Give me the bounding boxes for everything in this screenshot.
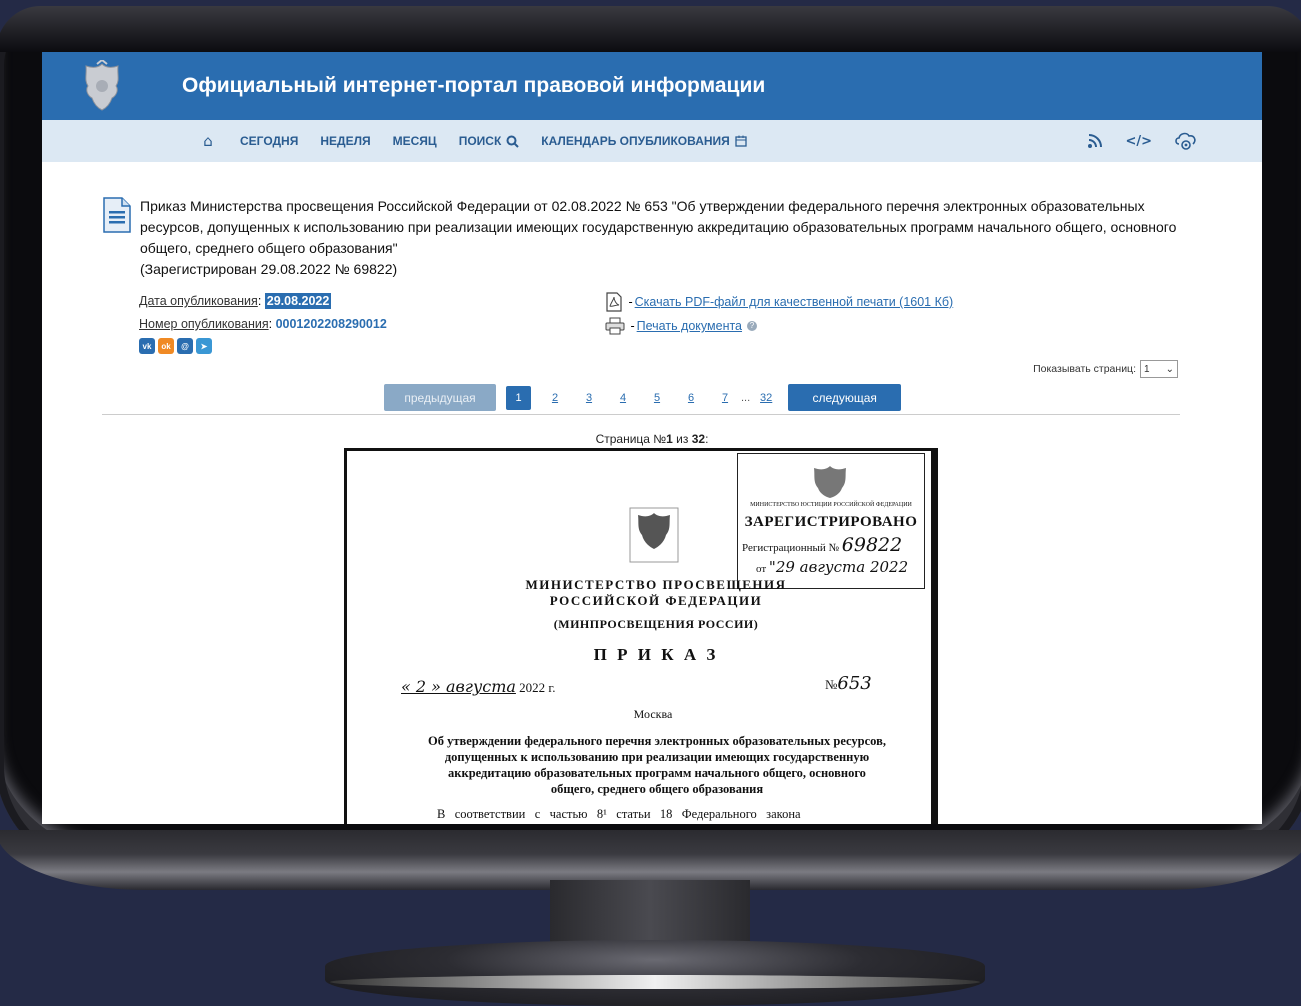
order-date: « 2 » августа 2022 г. [401, 677, 556, 696]
order-city: Москва [633, 707, 673, 721]
site-header: Официальный интернет-портал правовой инф… [42, 52, 1262, 120]
home-icon[interactable]: ⌂ [198, 132, 218, 150]
stamp-reg-row: Регистрационный № 69822 [738, 534, 924, 556]
stamp-date: "29 августа 2022 [768, 558, 909, 576]
document-scan-page: МИНИСТЕРСТВО ЮСТИЦИИ РОССИЙСКОЙ ФЕДЕРАЦИ… [344, 448, 938, 824]
pub-number-label[interactable]: Номер опубликования [139, 317, 269, 331]
page-2[interactable]: 2 [545, 392, 565, 404]
nav-search-label: ПОИСК [458, 134, 502, 148]
pages-per-view: Показывать страниц: 1 ⌄ [1033, 360, 1178, 378]
mailru-share-icon[interactable]: @ [177, 338, 193, 354]
prev-page-button[interactable]: предыдущая [384, 384, 496, 411]
download-pdf-link[interactable]: Скачать PDF-файл для качественной печати… [635, 290, 954, 314]
page-caption: Страница №1 из 32: [42, 432, 1262, 446]
pub-date-value: 29.08.2022 [264, 293, 332, 309]
browser-screen: Официальный интернет-портал правовой инф… [42, 52, 1262, 824]
print-icon [605, 317, 625, 335]
nav-search[interactable]: ПОИСК [459, 134, 520, 148]
page-caption-num: 1 [666, 432, 673, 446]
print-row: - Печать документа ? [605, 314, 953, 338]
chevron-down-icon: ⌄ [1165, 363, 1174, 375]
document-registered: (Зарегистрирован 29.08.2022 № 69822) [140, 261, 398, 277]
page-content: Приказ Министерства просвещения Российск… [42, 196, 1262, 354]
nav-today[interactable]: СЕГОДНЯ [240, 134, 298, 148]
stamp-ministry-line: МИНИСТЕРСТВО ЮСТИЦИИ РОССИЙСКОЙ ФЕДЕРАЦИ… [750, 502, 912, 508]
calendar-icon [735, 135, 747, 147]
page-5[interactable]: 5 [647, 392, 667, 404]
ministry-name-2: РОССИЙСКОЙ ФЕДЕРАЦИИ [549, 593, 763, 608]
page-4[interactable]: 4 [613, 392, 633, 404]
document-icon [102, 196, 132, 280]
coat-of-arms-icon[interactable] [78, 58, 126, 114]
ministry-short: (МИНПРОСВЕЩЕНИЯ РОССИИ) [553, 617, 759, 631]
registration-stamp: МИНИСТЕРСТВО ЮСТИЦИИ РОССИЙСКОЙ ФЕДЕРАЦИ… [737, 453, 925, 589]
settings-cloud-icon[interactable] [1174, 130, 1198, 152]
pagination: предыдущая 1 2 3 4 5 6 7 ... 32 следующа… [384, 384, 902, 411]
ministry-emblem-icon [629, 507, 679, 563]
ok-share-icon[interactable]: ok [158, 338, 174, 354]
nav-week[interactable]: НЕДЕЛЯ [320, 134, 370, 148]
stamp-reg-number: 69822 [841, 534, 903, 556]
order-year: 2022 г. [519, 680, 556, 695]
document-header: Приказ Министерства просвещения Российск… [102, 196, 1202, 280]
download-pdf-row: - Скачать PDF-файл для качественной печа… [605, 290, 953, 314]
rss-icon[interactable] [1087, 133, 1103, 149]
document-meta: Дата опубликования: 29.08.2022 Номер опу… [139, 290, 1202, 354]
nav-calendar[interactable]: КАЛЕНДАРЬ ОПУБЛИКОВАНИЯ [541, 134, 747, 148]
page-caption-mid: из [672, 432, 692, 446]
pagination-ellipsis: ... [741, 391, 751, 404]
nav-month-label: МЕСЯЦ [392, 134, 437, 148]
pages-per-view-label: Показывать страниц: [1033, 363, 1136, 375]
share-buttons: vk ok @ ➤ [139, 338, 605, 354]
pages-per-view-select[interactable]: 1 ⌄ [1140, 360, 1178, 378]
page-caption-suffix: : [705, 432, 709, 446]
nav-month[interactable]: МЕСЯЦ [393, 134, 437, 148]
page-1[interactable]: 1 [506, 385, 531, 410]
document-title: Приказ Министерства просвещения Российск… [140, 196, 1202, 280]
order-heading: Об утверждении федерального перечня элек… [427, 734, 886, 796]
stamp-date-row: от "29 августа 2022 [738, 558, 924, 576]
main-navigation: ⌂ СЕГОДНЯ НЕДЕЛЯ МЕСЯЦ ПОИСК КАЛЕНДАРЬ О… [42, 120, 1262, 162]
order-number-label: № [825, 677, 838, 692]
document-actions: - Скачать PDF-файл для качественной печа… [605, 290, 953, 354]
pub-date-label[interactable]: Дата опубликования [139, 294, 258, 308]
stamp-from: от [756, 563, 767, 575]
order-number-hand: 653 [837, 673, 872, 694]
site-title[interactable]: Официальный интернет-портал правовой инф… [182, 74, 765, 98]
monitor-stand [325, 940, 985, 1006]
nav-calendar-label: КАЛЕНДАРЬ ОПУБЛИКОВАНИЯ [541, 134, 730, 148]
help-icon[interactable]: ? [747, 321, 758, 331]
pub-number-value: 0001202208290012 [275, 317, 387, 331]
pdf-icon [606, 292, 622, 312]
publication-info: Дата опубликования: 29.08.2022 Номер опу… [139, 290, 605, 354]
page-6[interactable]: 6 [681, 392, 701, 404]
stamp-emblem-icon [814, 466, 846, 498]
stamp-reg-label: Регистрационный № [742, 542, 840, 554]
stamp-registered: ЗАРЕГИСТРИРОВАНО [744, 514, 918, 530]
telegram-share-icon[interactable]: ➤ [196, 338, 212, 354]
pages-per-view-value: 1 [1144, 363, 1150, 375]
page-caption-prefix: Страница № [595, 432, 667, 446]
monitor-top-edge [0, 6, 1301, 52]
nav-today-label: СЕГОДНЯ [240, 134, 299, 148]
order-title: П Р И К А З [593, 645, 719, 664]
monitor-stand-rim [330, 975, 980, 989]
next-page-button[interactable]: следующая [788, 384, 902, 411]
page-last[interactable]: 32 [756, 392, 776, 404]
code-icon[interactable]: </> [1125, 134, 1152, 149]
document-title-text: Приказ Министерства просвещения Российск… [140, 198, 1177, 256]
nav-right-tools: </> [1087, 120, 1198, 162]
search-icon [506, 135, 519, 148]
order-date-hand: « 2 » августа [401, 677, 516, 696]
nav-week-label: НЕДЕЛЯ [320, 134, 371, 148]
print-document-link[interactable]: Печать документа [637, 314, 742, 338]
ministry-name-1: МИНИСТЕРСТВО ПРОСВЕЩЕНИЯ [525, 577, 787, 592]
order-body: В соответствии с частью 8¹ статьи 18 Фед… [437, 807, 801, 821]
page-7[interactable]: 7 [715, 392, 735, 404]
page-3[interactable]: 3 [579, 392, 599, 404]
order-number: №653 [825, 673, 872, 694]
page-caption-total: 32 [691, 432, 706, 446]
divider [102, 414, 1180, 415]
vk-share-icon[interactable]: vk [139, 338, 155, 354]
